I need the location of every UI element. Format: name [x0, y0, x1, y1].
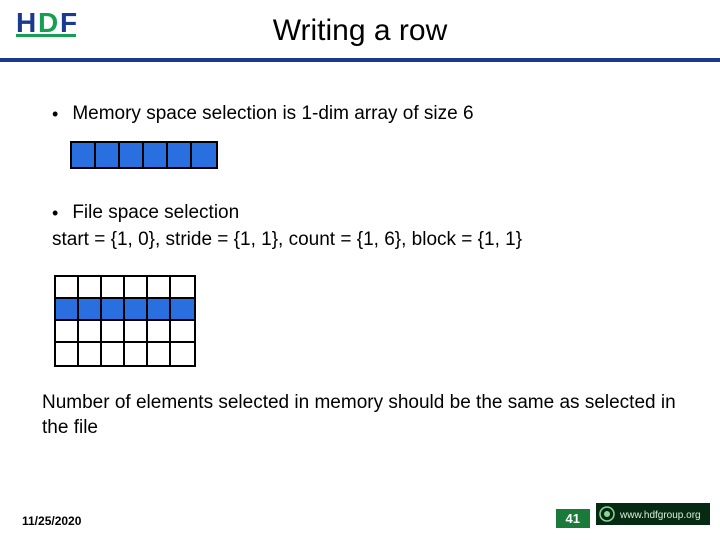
slide-footer: 11/25/2020 41 www.hdfgroup.org: [0, 504, 720, 528]
grid-cell: [171, 343, 194, 365]
slide-content: • Memory space selection is 1-dim array …: [52, 102, 680, 440]
grid-cell: [56, 343, 79, 365]
section-file-space: • File space selection start = {1, 0}, s…: [52, 201, 680, 367]
grid-cell: [79, 277, 102, 299]
grid-cell: [79, 343, 102, 365]
page-number-badge: 41: [556, 509, 590, 528]
grid-cell: [148, 343, 171, 365]
grid-cell: [171, 321, 194, 343]
footer-date: 11/25/2020: [22, 514, 81, 528]
memory-array-diagram: [70, 141, 218, 169]
memory-cell: [144, 143, 168, 167]
memory-cell: [192, 143, 216, 167]
slide-header: H D F Writing a row: [0, 0, 720, 72]
bullet-2: • File space selection: [52, 201, 680, 226]
bullet-dot-icon: •: [52, 201, 58, 226]
bullet-1-text: Memory space selection is 1-dim array of…: [72, 102, 473, 127]
grid-row: [56, 343, 194, 365]
memory-cell: [72, 143, 96, 167]
grid-cell: [148, 277, 171, 299]
bullet-2-text: File space selection: [72, 201, 239, 226]
grid-cell: [102, 321, 125, 343]
grid-cell: [125, 343, 148, 365]
grid-row: [56, 321, 194, 343]
grid-cell: [102, 277, 125, 299]
grid-cell-selected: [56, 299, 79, 321]
bullet-dot-icon: •: [52, 102, 58, 127]
grid-cell: [79, 321, 102, 343]
grid-cell: [102, 343, 125, 365]
slide-title: Writing a row: [0, 14, 720, 48]
bullet-1: • Memory space selection is 1-dim array …: [52, 102, 680, 127]
grid-cell-selected: [79, 299, 102, 321]
grid-row: [56, 277, 194, 299]
grid-cell: [56, 277, 79, 299]
memory-cell: [120, 143, 144, 167]
hdfgroup-footer-logo: www.hdfgroup.org: [596, 503, 710, 530]
grid-cell: [171, 277, 194, 299]
file-grid-diagram: [54, 275, 196, 367]
grid-cell: [56, 321, 79, 343]
memory-cell: [168, 143, 192, 167]
memory-cell: [96, 143, 120, 167]
grid-row-selected: [56, 299, 194, 321]
grid-cell-selected: [148, 299, 171, 321]
grid-cell-selected: [171, 299, 194, 321]
footer-org-text: www.hdfgroup.org: [619, 510, 701, 521]
hyperslab-params: start = {1, 0}, stride = {1, 1}, count =…: [52, 228, 680, 253]
grid-cell-selected: [125, 299, 148, 321]
grid-cell-selected: [102, 299, 125, 321]
grid-cell: [125, 321, 148, 343]
header-rule: [0, 58, 720, 62]
summary-note: Number of elements selected in memory sh…: [42, 391, 680, 440]
grid-cell: [148, 321, 171, 343]
grid-cell: [125, 277, 148, 299]
